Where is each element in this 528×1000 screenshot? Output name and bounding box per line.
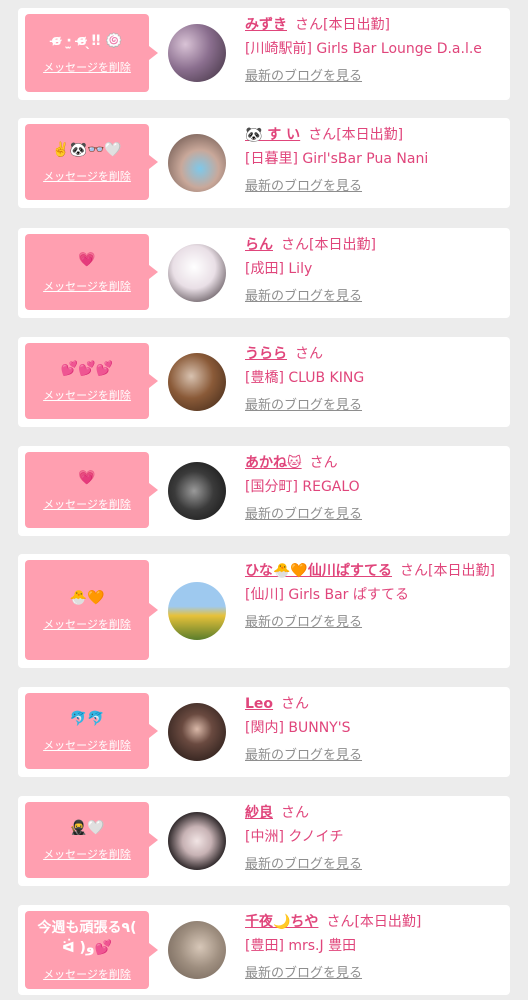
message-text: 💗 bbox=[78, 252, 96, 268]
shop-info: [成田] Lily bbox=[245, 261, 313, 277]
message-bubble: 🐬🐬 メッセージを削除 bbox=[25, 693, 158, 769]
shop-info: [川崎駅前] Girls Bar Lounge D.a.l.e bbox=[245, 41, 482, 57]
delete-message-link[interactable]: メッセージを削除 bbox=[43, 168, 131, 184]
latest-blog-link[interactable]: 最新のブログを見る bbox=[245, 612, 362, 634]
message-bubble: ✌️🐼👓🤍 メッセージを削除 bbox=[25, 124, 158, 200]
list-item: 今週も頑張る٩( ᐛ )و💕 メッセージを削除 千夜🌙ちや さん[本日出勤] [豊… bbox=[18, 905, 510, 995]
avatar[interactable] bbox=[168, 353, 226, 411]
honorific: さん bbox=[295, 17, 323, 33]
avatar[interactable] bbox=[168, 921, 226, 979]
avatar[interactable] bbox=[168, 244, 226, 302]
cast-name-link[interactable]: 🐼 す い bbox=[245, 127, 300, 143]
message-bubble: 💗 メッセージを削除 bbox=[25, 234, 158, 310]
honorific: さん bbox=[308, 127, 337, 143]
honorific: さん bbox=[295, 346, 323, 362]
list-item: 💗 メッセージを削除 らん さん[本日出勤] [成田] Lily 最新のブログを見… bbox=[18, 228, 510, 318]
cast-info: あかね🐱 さん [国分町] REGALO 最新のブログを見る bbox=[245, 452, 500, 526]
delete-message-link[interactable]: メッセージを削除 bbox=[43, 846, 131, 862]
avatar[interactable] bbox=[168, 462, 226, 520]
message-text: 💕💕💕 bbox=[60, 361, 114, 377]
cast-name-link[interactable]: 千夜🌙ちや bbox=[245, 914, 318, 930]
cast-name-link[interactable]: うらら bbox=[245, 346, 287, 362]
message-list: ɞ̴̶̷ ·̫ ɞ̴̶̷ ̖‼︎ 🍥 メッセージを削除 みずき さん[本日出勤] … bbox=[0, 0, 528, 1000]
message-text: ɞ̴̶̷ ·̫ ɞ̴̶̷ ̖‼︎ 🍥 bbox=[51, 33, 123, 49]
delete-message-link[interactable]: メッセージを削除 bbox=[43, 966, 131, 982]
delete-message-link[interactable]: メッセージを削除 bbox=[43, 59, 131, 75]
cast-info: みずき さん[本日出勤] [川崎駅前] Girls Bar Lounge D.a.… bbox=[245, 14, 500, 88]
list-item: 🥷🤍 メッセージを削除 紗良 さん [中洲] クノイチ 最新のブログを見る bbox=[18, 796, 510, 886]
avatar[interactable] bbox=[168, 24, 226, 82]
delete-message-link[interactable]: メッセージを削除 bbox=[43, 278, 131, 294]
message-bubble: ɞ̴̶̷ ·̫ ɞ̴̶̷ ̖‼︎ 🍥 メッセージを削除 bbox=[25, 14, 158, 92]
avatar[interactable] bbox=[168, 703, 226, 761]
avatar[interactable] bbox=[168, 812, 226, 870]
list-item: 🐬🐬 メッセージを削除 Leo さん [関内] BUNNY'S 最新のブログを見る bbox=[18, 687, 510, 777]
message-text: 🐣🧡 bbox=[69, 590, 105, 606]
message-bubble: 🥷🤍 メッセージを削除 bbox=[25, 802, 158, 878]
cast-name-link[interactable]: らん bbox=[245, 237, 273, 253]
avatar[interactable] bbox=[168, 582, 226, 640]
cast-info: 🐼 す いさん[本日出勤] [日暮里] Girl'sBar Pua Nani 最… bbox=[245, 124, 500, 198]
attendance-status: [本日出勤] bbox=[336, 127, 404, 143]
cast-name-link[interactable]: Leo bbox=[245, 696, 273, 712]
shop-info: [日暮里] Girl'sBar Pua Nani bbox=[245, 151, 429, 167]
list-item: ✌️🐼👓🤍 メッセージを削除 🐼 す いさん[本日出勤] [日暮里] Girl'… bbox=[18, 118, 510, 208]
attendance-status: [本日出勤] bbox=[428, 563, 495, 579]
honorific: さん bbox=[326, 914, 355, 930]
cast-name-link[interactable]: 紗良 bbox=[245, 805, 273, 821]
delete-message-link[interactable]: メッセージを削除 bbox=[43, 496, 131, 512]
latest-blog-link[interactable]: 最新のブログを見る bbox=[245, 963, 362, 985]
message-text: ✌️🐼👓🤍 bbox=[52, 142, 122, 158]
avatar[interactable] bbox=[168, 134, 226, 192]
attendance-status: [本日出勤] bbox=[354, 914, 422, 930]
shop-info: [豊田] mrs.J 豊田 bbox=[245, 938, 357, 954]
message-bubble: 💗 メッセージを削除 bbox=[25, 452, 158, 528]
attendance-status: [本日出勤] bbox=[323, 17, 390, 33]
cast-info: 千夜🌙ちや さん[本日出勤] [豊田] mrs.J 豊田 最新のブログを見る bbox=[245, 911, 500, 985]
latest-blog-link[interactable]: 最新のブログを見る bbox=[245, 286, 362, 308]
cast-name-link[interactable]: ひな🐣🧡仙川ぱすてる bbox=[245, 563, 392, 579]
latest-blog-link[interactable]: 最新のブログを見る bbox=[245, 854, 362, 876]
message-text: 🐬🐬 bbox=[69, 711, 105, 727]
latest-blog-link[interactable]: 最新のブログを見る bbox=[245, 504, 362, 526]
message-text: 今週も頑張る٩( ᐛ )و💕 bbox=[37, 920, 137, 956]
honorific: さん bbox=[281, 696, 310, 712]
honorific: さん bbox=[281, 237, 309, 253]
cast-name-link[interactable]: みずき bbox=[245, 17, 287, 33]
latest-blog-link[interactable]: 最新のブログを見る bbox=[245, 745, 362, 767]
list-item: 🐣🧡 メッセージを削除 ひな🐣🧡仙川ぱすてる さん[本日出勤] [仙川] Girl… bbox=[18, 554, 510, 668]
shop-info: [国分町] REGALO bbox=[245, 479, 360, 495]
latest-blog-link[interactable]: 最新のブログを見る bbox=[245, 66, 362, 88]
latest-blog-link[interactable]: 最新のブログを見る bbox=[245, 176, 362, 198]
cast-info: らん さん[本日出勤] [成田] Lily 最新のブログを見る bbox=[245, 234, 500, 308]
message-text: 🥷🤍 bbox=[69, 820, 105, 836]
cast-name-link[interactable]: あかね🐱 bbox=[245, 455, 302, 471]
delete-message-link[interactable]: メッセージを削除 bbox=[43, 737, 131, 753]
list-item: 💗 メッセージを削除 あかね🐱 さん [国分町] REGALO 最新のブログを見る bbox=[18, 446, 510, 536]
shop-info: [中洲] クノイチ bbox=[245, 829, 344, 845]
delete-message-link[interactable]: メッセージを削除 bbox=[43, 616, 131, 632]
delete-message-link[interactable]: メッセージを削除 bbox=[43, 387, 131, 403]
attendance-status: [本日出勤] bbox=[309, 237, 376, 253]
message-bubble: 🐣🧡 メッセージを削除 bbox=[25, 560, 158, 660]
shop-info: [豊橋] CLUB KING bbox=[245, 370, 365, 386]
list-item: 💕💕💕 メッセージを削除 うらら さん [豊橋] CLUB KING 最新のブログ… bbox=[18, 337, 510, 427]
cast-info: うらら さん [豊橋] CLUB KING 最新のブログを見る bbox=[245, 343, 500, 417]
honorific: さん bbox=[309, 455, 338, 471]
latest-blog-link[interactable]: 最新のブログを見る bbox=[245, 395, 362, 417]
cast-info: 紗良 さん [中洲] クノイチ 最新のブログを見る bbox=[245, 802, 500, 876]
cast-info: ひな🐣🧡仙川ぱすてる さん[本日出勤] [仙川] Girls Bar ぱすてる 最… bbox=[245, 560, 500, 634]
message-bubble: 💕💕💕 メッセージを削除 bbox=[25, 343, 158, 419]
list-item: ɞ̴̶̷ ·̫ ɞ̴̶̷ ̖‼︎ 🍥 メッセージを削除 みずき さん[本日出勤] … bbox=[18, 8, 510, 100]
shop-info: [関内] BUNNY'S bbox=[245, 720, 351, 736]
message-text: 💗 bbox=[78, 470, 96, 486]
message-bubble: 今週も頑張る٩( ᐛ )و💕 メッセージを削除 bbox=[25, 911, 158, 989]
shop-info: [仙川] Girls Bar ぱすてる bbox=[245, 587, 410, 603]
cast-info: Leo さん [関内] BUNNY'S 最新のブログを見る bbox=[245, 693, 500, 767]
honorific: さん bbox=[281, 805, 309, 821]
honorific: さん bbox=[400, 563, 429, 579]
